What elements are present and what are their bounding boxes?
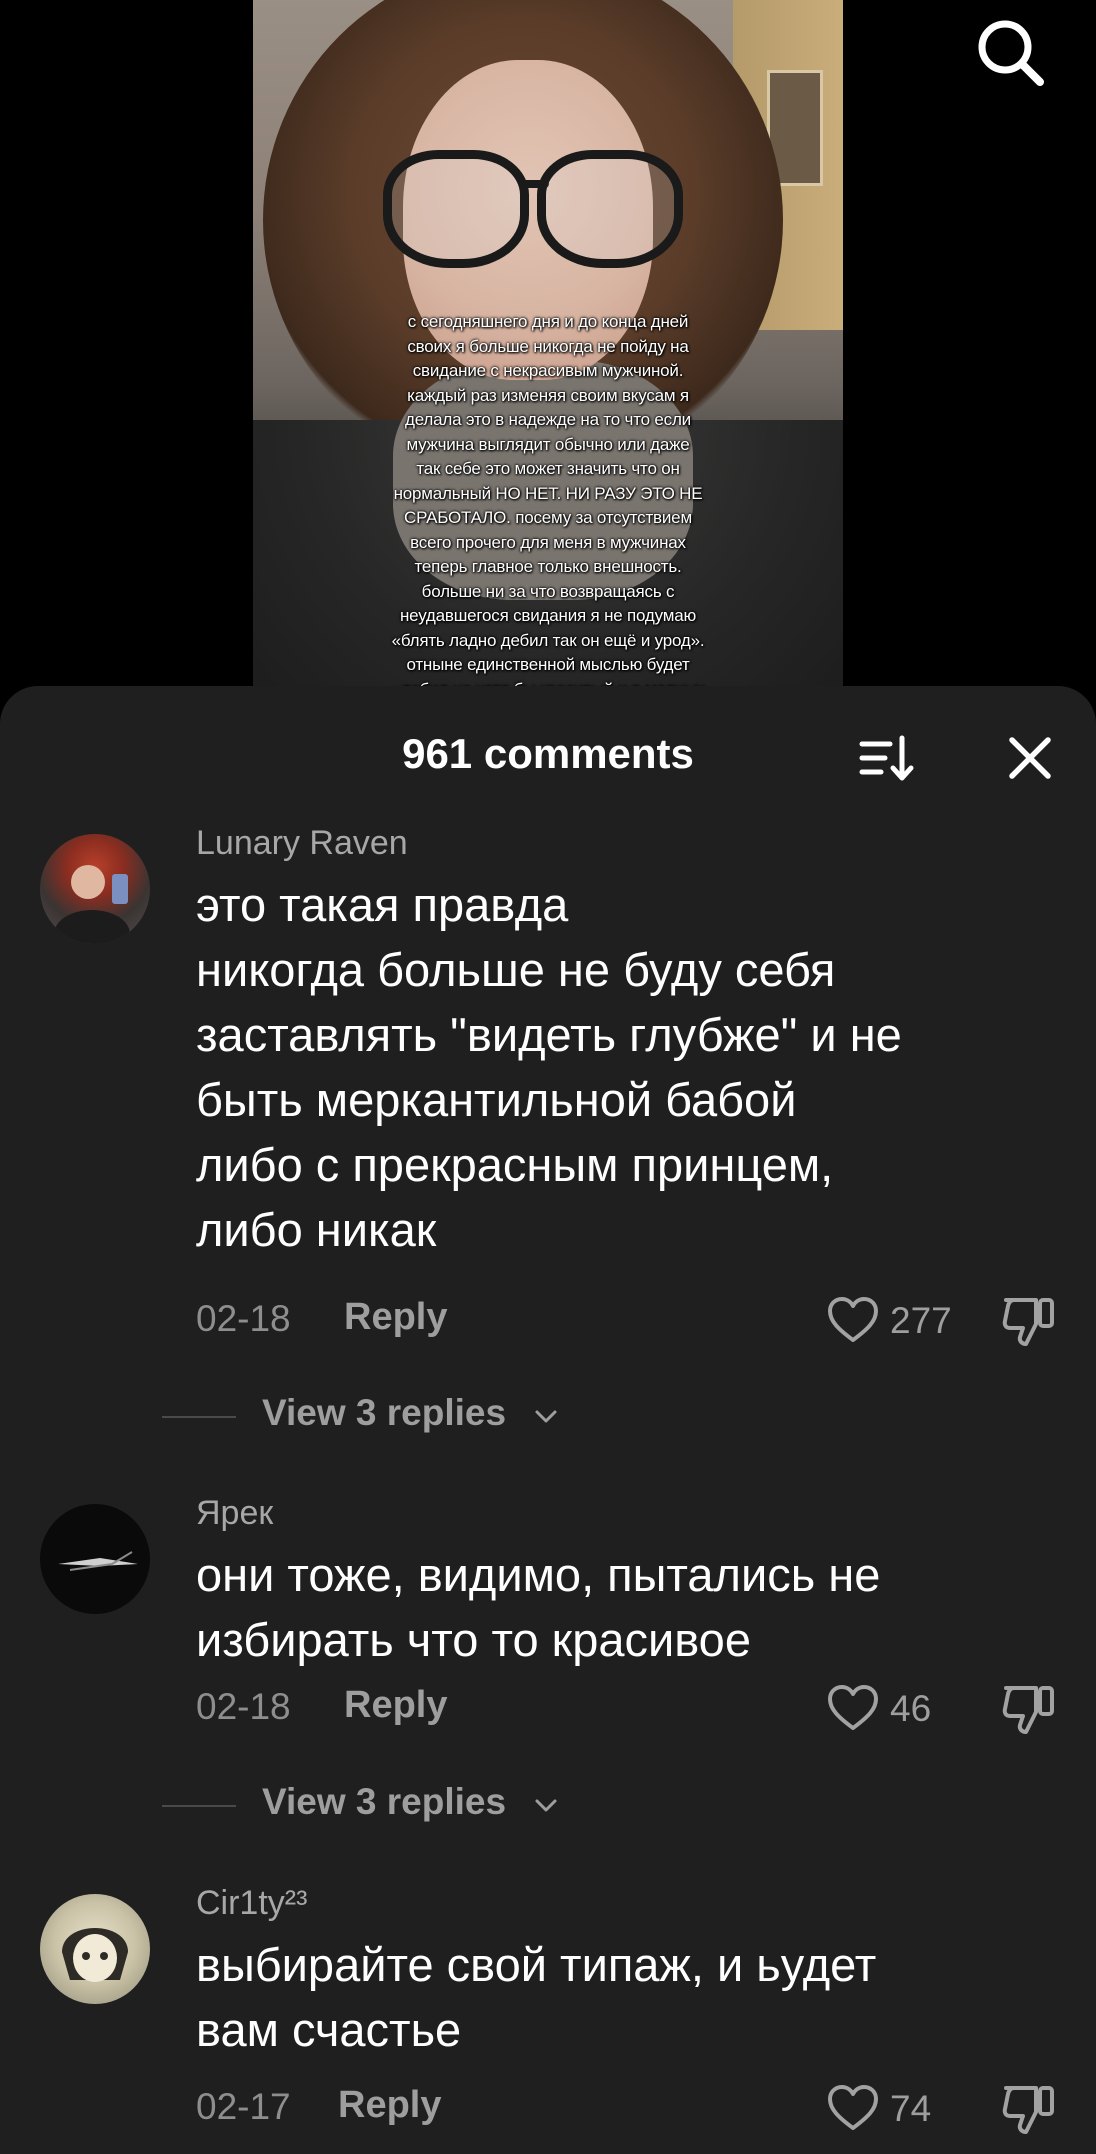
- comments-header: 961 comments: [0, 686, 1096, 826]
- view-replies-label: View 3 replies: [262, 1392, 507, 1433]
- comment-username[interactable]: Cir1ty²³: [196, 1884, 307, 1923]
- heart-icon: [828, 1297, 878, 1342]
- close-button[interactable]: [1000, 728, 1060, 788]
- dislike-button[interactable]: [998, 1292, 1058, 1352]
- view-replies-button[interactable]: View 3 replies: [162, 1781, 592, 1831]
- avatar[interactable]: [40, 1894, 150, 2004]
- close-icon: [1009, 737, 1051, 779]
- view-replies-button[interactable]: View 3 replies: [162, 1392, 592, 1442]
- person-glasses: [383, 150, 683, 270]
- heart-icon: [828, 1685, 878, 1730]
- glasses-lens-left: [383, 150, 529, 268]
- comment-username[interactable]: Lunary Raven: [196, 824, 408, 863]
- like-button[interactable]: 277: [826, 1292, 952, 1348]
- comment-count: 961 comments: [402, 730, 694, 777]
- search-button[interactable]: [972, 14, 1048, 90]
- like-count: 277: [890, 1300, 952, 1341]
- thumbs-down-icon: [1002, 1298, 1054, 1346]
- chevron-down-icon: [535, 1799, 557, 1812]
- avatar[interactable]: [40, 1504, 150, 1614]
- comment-text: выбирайте свой типаж, и ьудет вам счасть…: [196, 1938, 877, 2056]
- view-replies-label: View 3 replies: [262, 1781, 507, 1822]
- like-count: 46: [890, 1688, 932, 1729]
- video-player[interactable]: с сегодняшнего дня и до конца дней своих…: [0, 0, 1096, 700]
- video-caption-overlay: с сегодняшнего дня и до конца дней своих…: [391, 312, 705, 699]
- chevron-down-icon: [535, 1410, 557, 1423]
- reply-button[interactable]: Reply: [344, 1296, 447, 1339]
- comment-date: 02-18: [196, 1686, 291, 1727]
- like-button[interactable]: 74: [826, 2080, 946, 2136]
- sort-button[interactable]: [857, 728, 917, 788]
- avatar-image: [58, 1551, 138, 1571]
- comment-date: 02-17: [196, 2086, 291, 2127]
- like-button[interactable]: 46: [826, 1680, 946, 1736]
- thumbs-down-icon: [1002, 1686, 1054, 1734]
- avatar[interactable]: [40, 834, 150, 944]
- glasses-lens-right: [537, 150, 683, 268]
- reply-button[interactable]: Reply: [338, 2084, 441, 2127]
- thumbs-down-icon: [1002, 2086, 1054, 2134]
- comment-text: они тоже, видимо, пытались не избирать ч…: [196, 1548, 881, 1666]
- replies-divider: [162, 1416, 236, 1418]
- sort-icon: [859, 735, 914, 781]
- comment-date: 02-18: [196, 1298, 291, 1339]
- dislike-button[interactable]: [998, 2080, 1058, 2140]
- comment-username[interactable]: Ярек: [196, 1494, 273, 1533]
- video-frame[interactable]: с сегодняшнего дня и до конца дней своих…: [253, 0, 843, 700]
- comments-sheet: 961 comments Lunary Raven это такая прав…: [0, 686, 1096, 2154]
- dislike-button[interactable]: [998, 1680, 1058, 1740]
- comment-text: это такая правда никогда больше не буду …: [196, 878, 902, 1256]
- heart-icon: [828, 2085, 878, 2130]
- search-icon: [978, 20, 1044, 86]
- avatar-image: [62, 1928, 128, 1982]
- reply-button[interactable]: Reply: [344, 1684, 447, 1727]
- like-count: 74: [890, 2088, 932, 2129]
- avatar-image: [54, 865, 130, 944]
- replies-divider: [162, 1805, 236, 1807]
